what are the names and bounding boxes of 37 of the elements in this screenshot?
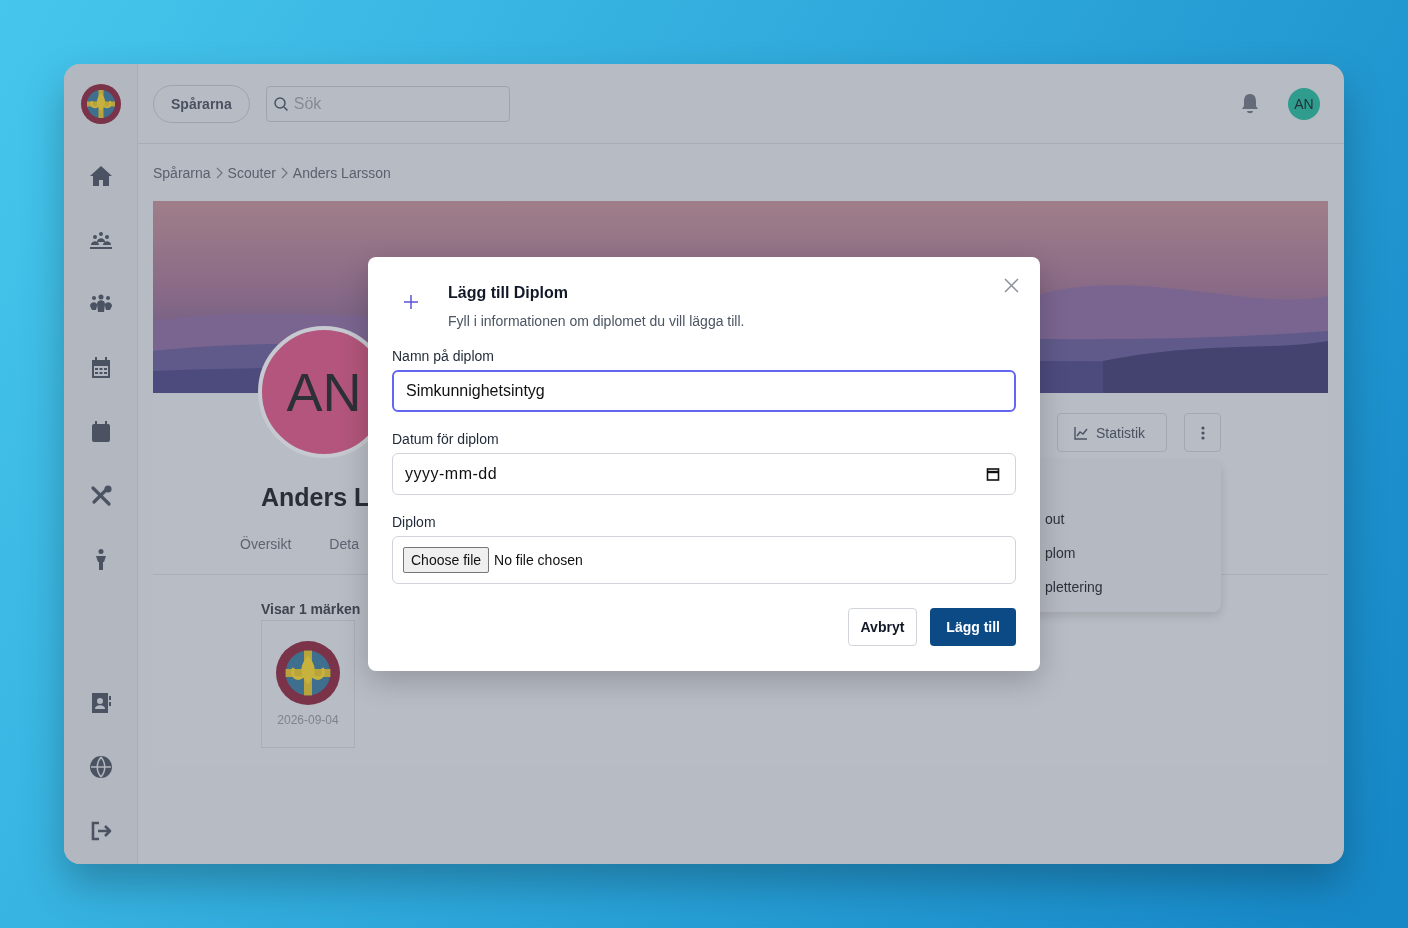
kebab-icon [1200, 425, 1205, 440]
plus-icon [404, 295, 418, 309]
date-field[interactable]: yyyy-mm-dd [392, 453, 1016, 495]
bell-icon[interactable] [1240, 92, 1260, 115]
search-icon [272, 95, 289, 112]
statistics-button[interactable]: Statistik [1057, 413, 1167, 452]
user-avatar[interactable]: AN [1288, 87, 1320, 120]
profile-tab[interactable]: Deta [329, 536, 359, 556]
chevron-right-icon [215, 166, 223, 179]
chevron-right-icon [280, 166, 288, 179]
dialog-title: Lägg till Diplom [448, 283, 569, 303]
menu-item[interactable]: out [1045, 511, 1065, 527]
home-icon[interactable] [88, 164, 113, 188]
menu-item[interactable]: plettering [1045, 579, 1103, 595]
profile-name: Anders L [261, 482, 370, 512]
file-status: No file chosen [494, 552, 583, 568]
field-label: Diplom [392, 514, 437, 530]
emblem-icon [80, 83, 121, 124]
profile-tab[interactable]: Översikt [240, 536, 292, 556]
badge-count: Visar 1 märken [261, 601, 362, 617]
calendar-icon[interactable] [986, 467, 1000, 481]
menu-item[interactable]: plom [1045, 545, 1076, 561]
text-field[interactable]: Simkunnighetsintyg [392, 370, 1016, 412]
globe-icon[interactable] [88, 755, 113, 779]
breadcrumb-link[interactable]: Scouter [227, 164, 276, 181]
breadcrumb-link[interactable]: Spårarna [153, 164, 211, 181]
field-label: Datum för diplom [392, 431, 500, 447]
emblem-icon [276, 641, 340, 705]
field-label: Namn på diplom [392, 348, 495, 364]
choose-file-button[interactable]: Choose file [403, 547, 490, 573]
badge-date: 2026-09-04 [277, 713, 339, 727]
cancel-button[interactable]: Avbryt [847, 608, 918, 646]
add-button[interactable]: Lägg till [930, 608, 1016, 646]
dialog-subtitle: Fyll i informationen om diplomet du vill lägga till. [448, 313, 745, 329]
close-icon[interactable] [1004, 278, 1019, 293]
breadcrumb-link[interactable]: Anders Larsson [292, 164, 391, 181]
line-chart-icon [1074, 425, 1088, 440]
